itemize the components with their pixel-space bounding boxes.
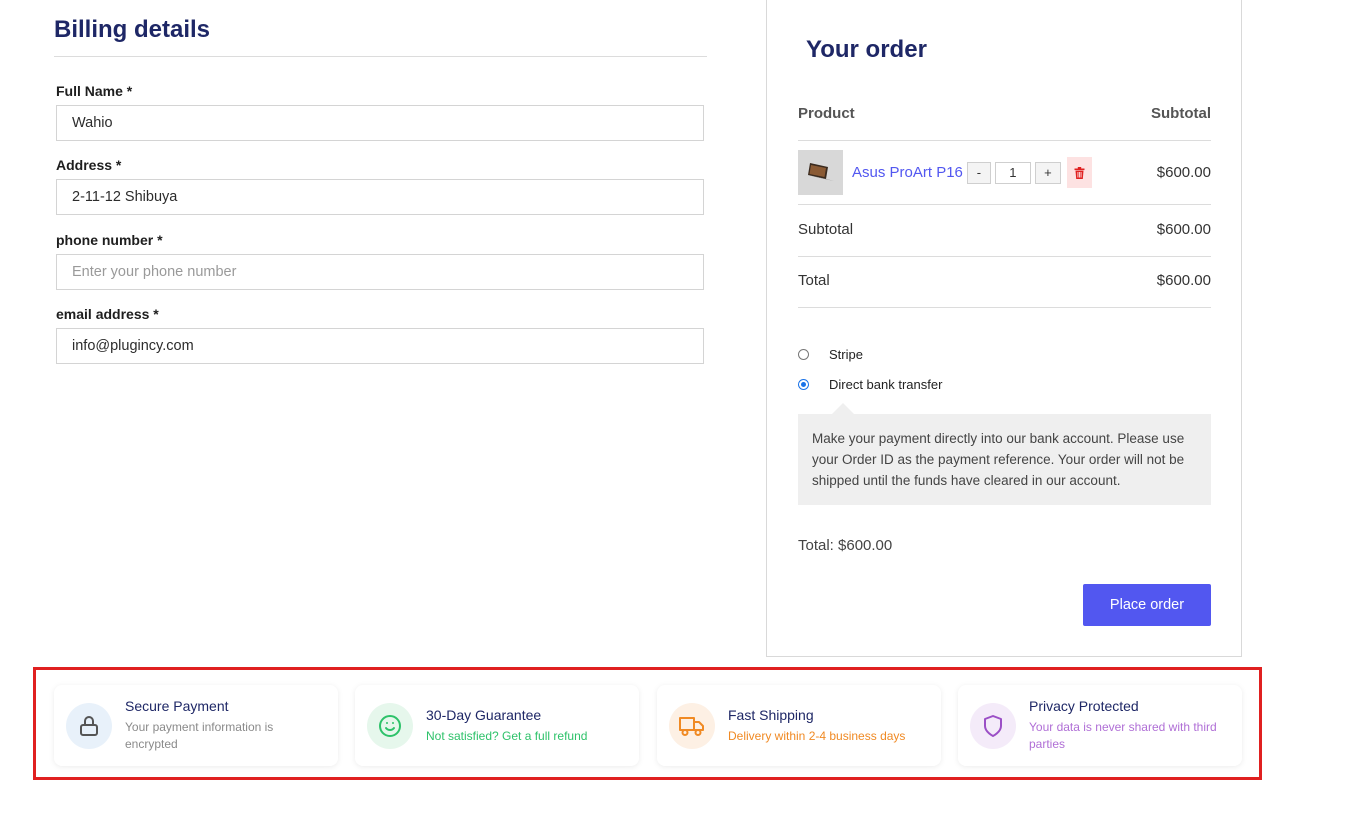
bank-transfer-label[interactable]: Direct bank transfer [829,377,942,392]
badge-fast-shipping: Fast Shipping Delivery within 2-4 busine… [657,685,941,766]
badge-secure-payment: Secure Payment Your payment information … [54,685,338,766]
total-row: Total $600.00 [798,272,1211,289]
full-name-field: Full Name * Wahio [56,83,704,141]
address-field: Address * 2-11-12 Shibuya [56,157,704,215]
divider [798,307,1211,308]
badge-30-day-guarantee: 30-Day Guarantee Not satisfied? Get a fu… [355,685,639,766]
item-subtotal: $600.00 [1156,164,1211,181]
bank-transfer-notice: Make your payment directly into our bank… [798,403,1211,505]
quantity-input[interactable]: 1 [994,161,1031,184]
truck-icon [669,702,715,749]
quantity-decrease-button[interactable]: - [966,161,991,184]
phone-field: phone number * Enter your phone number [56,232,704,290]
email-label: email address * [56,306,159,322]
order-panel: Your order Product Subtotal Asus ProArt … [766,0,1242,657]
quantity-increase-button[interactable]: + [1034,161,1061,184]
order-item-row: Asus ProArt P16 - 1 + $600.00 [798,150,1211,195]
product-column-header: Product [798,105,855,122]
billing-section: Billing details [54,0,707,57]
product-name-link[interactable]: Asus ProArt P16 [852,164,963,181]
laptop-image [807,162,834,181]
smile-icon [367,702,413,749]
stripe-label[interactable]: Stripe [829,347,863,362]
divider [798,204,1211,205]
divider [798,140,1211,141]
bank-transfer-radio[interactable] [798,379,809,390]
email-input[interactable]: info@plugincy.com [56,328,704,364]
order-title: Your order [806,36,927,63]
badge-privacy-protected: Privacy Protected Your data is never sha… [958,685,1242,766]
phone-label: phone number * [56,232,163,248]
subtotal-column-header: Subtotal [1151,105,1211,122]
lock-icon [66,702,112,749]
badge-subtitle: Your data is never shared with third par… [1029,720,1217,751]
remove-item-button[interactable] [1066,157,1092,188]
divider [798,256,1211,257]
badge-subtitle: Delivery within 2-4 business days [728,728,906,743]
badge-title: 30-Day Guarantee [426,706,542,723]
subtotal-value: $600.00 [1156,221,1211,238]
email-field: email address * info@plugincy.com [56,306,704,364]
shield-icon [970,702,1016,749]
total-value: $600.00 [1156,272,1211,289]
phone-input[interactable]: Enter your phone number [56,254,704,290]
subtotal-row: Subtotal $600.00 [798,221,1211,238]
billing-divider [54,56,707,57]
trust-badges-section: Secure Payment Your payment information … [33,667,1262,780]
badge-subtitle: Your payment information is encrypted [125,720,274,751]
payment-option-stripe[interactable]: Stripe [798,347,863,362]
badge-title: Secure Payment [125,698,229,714]
trash-icon [1074,166,1085,179]
billing-title: Billing details [54,16,211,43]
address-label: Address * [56,157,122,173]
payment-option-bank-transfer[interactable]: Direct bank transfer [798,377,942,392]
full-name-label: Full Name * [56,83,133,99]
order-total-summary: Total: $600.00 [798,537,893,554]
total-label: Total [798,272,830,289]
product-thumbnail[interactable] [798,150,843,195]
badge-title: Privacy Protected [1029,698,1139,714]
place-order-button[interactable]: Place order [1083,584,1211,626]
stripe-radio[interactable] [798,349,809,360]
full-name-input[interactable]: Wahio [56,105,704,141]
badge-subtitle: Not satisfied? Get a full refund [426,728,588,743]
address-input[interactable]: 2-11-12 Shibuya [56,179,704,215]
order-table-header: Product Subtotal [798,105,1211,122]
badge-title: Fast Shipping [728,706,814,723]
subtotal-label: Subtotal [798,221,854,238]
